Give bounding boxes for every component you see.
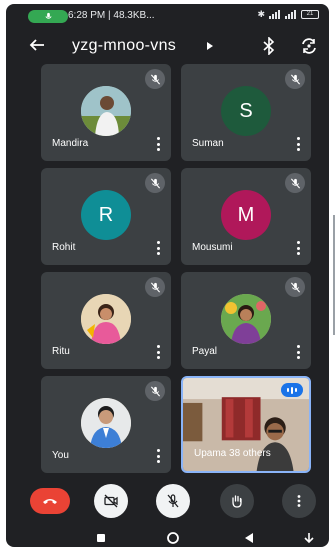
- chevron-right-icon[interactable]: [206, 41, 214, 51]
- participant-avatar-photo: [81, 398, 131, 448]
- switch-camera-icon[interactable]: [300, 37, 318, 55]
- hang-up-icon: [43, 499, 57, 504]
- participant-name: Upama 38 others: [194, 448, 271, 459]
- muted-mic-icon: [145, 69, 165, 89]
- signal-icon-2: [285, 10, 297, 19]
- meeting-code[interactable]: yzg-mnoo-vns: [72, 37, 176, 55]
- more-options-button[interactable]: [282, 484, 316, 518]
- participant-avatar-photo: [81, 294, 131, 344]
- participant-avatar-photo: [221, 294, 271, 344]
- camera-toggle-button[interactable]: [94, 484, 128, 518]
- more-vertical-icon: [297, 495, 301, 507]
- participant-tile-self[interactable]: You: [41, 376, 171, 473]
- battery-icon: 21: [301, 10, 319, 19]
- hand-icon: [232, 495, 242, 508]
- system-nav-bar: [6, 529, 329, 547]
- muted-mic-icon: [285, 277, 305, 297]
- navbar-dropdown-icon[interactable]: [302, 531, 316, 545]
- participant-avatar-photo: [81, 86, 131, 136]
- microphone-icon: [44, 12, 52, 19]
- more-options-icon[interactable]: [156, 241, 160, 255]
- participant-name: Suman: [192, 138, 224, 149]
- more-options-icon[interactable]: [156, 345, 160, 359]
- more-options-icon[interactable]: [156, 449, 160, 463]
- mic-toggle-button[interactable]: [156, 484, 190, 518]
- muted-mic-icon: [145, 173, 165, 193]
- participant-tile[interactable]: R Rohit: [41, 168, 171, 265]
- back-arrow-icon[interactable]: [28, 36, 46, 54]
- bluetooth-icon[interactable]: [262, 37, 276, 55]
- participant-tile-speaking[interactable]: Upama 38 others: [181, 376, 311, 473]
- recents-icon[interactable]: [94, 531, 108, 545]
- signal-icon: [269, 10, 281, 19]
- participant-name: Rohit: [52, 242, 76, 253]
- participant-avatar-initial: R: [81, 190, 131, 240]
- raise-hand-button[interactable]: [220, 484, 254, 518]
- muted-mic-icon: [285, 69, 305, 89]
- ongoing-call-indicator[interactable]: [28, 10, 68, 23]
- participant-name: You: [52, 450, 69, 461]
- bluetooth-status-icon: ✱: [257, 9, 265, 19]
- participant-name: Mandira: [52, 138, 89, 149]
- muted-mic-icon: [145, 381, 165, 401]
- status-time: 6:28 PM | 48.3KB...: [68, 10, 155, 21]
- camera-off-icon: [104, 494, 118, 508]
- participant-tile[interactable]: Ritu: [41, 272, 171, 369]
- home-icon[interactable]: [166, 531, 180, 545]
- muted-mic-icon: [285, 173, 305, 193]
- status-bar: 6:28 PM | 48.3KB... ✱ 21: [6, 4, 329, 28]
- participant-name: Payal: [192, 346, 218, 357]
- meeting-header: yzg-mnoo-vns: [6, 31, 329, 61]
- muted-mic-icon: [145, 277, 165, 297]
- participant-tile[interactable]: Payal: [181, 272, 311, 369]
- participant-tile[interactable]: S Suman: [181, 64, 311, 161]
- participant-tile[interactable]: Mandira: [41, 64, 171, 161]
- status-icons: ✱ 21: [257, 9, 319, 20]
- participant-avatar-initial: S: [221, 86, 271, 136]
- participant-name: Ritu: [52, 346, 70, 357]
- back-icon[interactable]: [242, 531, 256, 545]
- participant-tile[interactable]: M Mousumi: [181, 168, 311, 265]
- more-options-icon[interactable]: [296, 241, 300, 255]
- call-controls: [6, 484, 329, 518]
- speaking-indicator-icon: [281, 383, 303, 397]
- more-options-icon[interactable]: [296, 137, 300, 151]
- more-options-icon[interactable]: [156, 137, 160, 151]
- meet-call-screen: 6:28 PM | 48.3KB... ✱ 21 yzg-mnoo-vns Ma…: [6, 4, 329, 547]
- mic-off-icon: [167, 494, 179, 508]
- end-call-button[interactable]: [30, 488, 70, 514]
- participant-avatar-initial: M: [221, 190, 271, 240]
- more-options-icon[interactable]: [296, 345, 300, 359]
- participant-name: Mousumi: [192, 242, 233, 253]
